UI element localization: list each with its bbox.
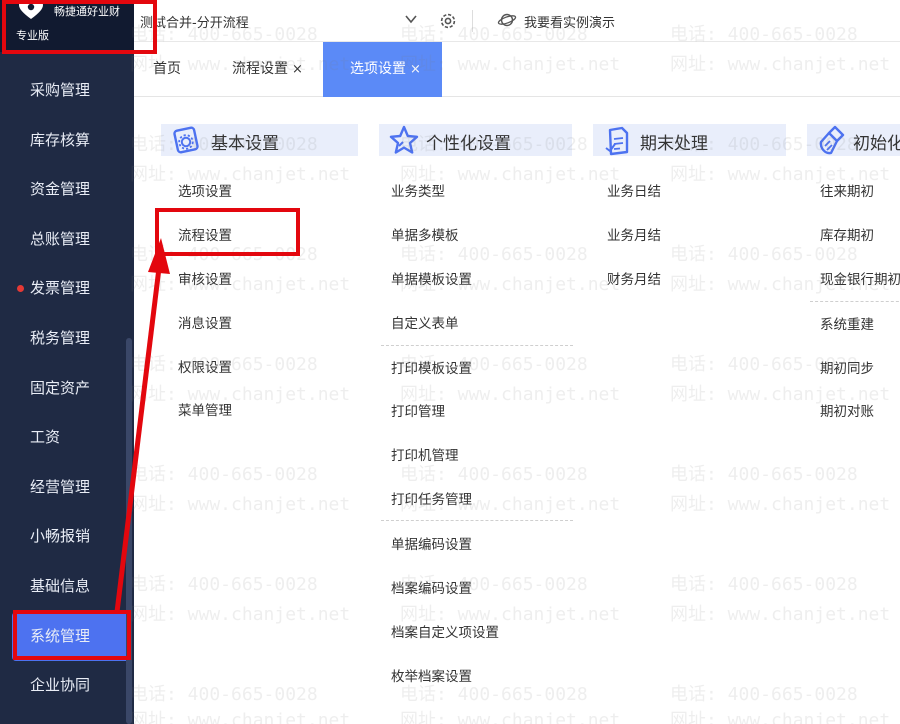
planet-icon[interactable] xyxy=(497,11,517,29)
chevron-down-icon[interactable] xyxy=(404,12,418,26)
item-monthly-close[interactable]: 业务月结 xyxy=(607,224,661,244)
edition-label: 专业版 xyxy=(16,29,49,42)
item-message-settings[interactable]: 消息设置 xyxy=(178,312,232,332)
item-doc-code[interactable]: 单据编码设置 xyxy=(391,533,472,553)
sidebar-item-collaboration[interactable]: 企业协同 xyxy=(0,661,134,711)
section-header: 初始化 xyxy=(807,124,900,156)
item-process-settings[interactable]: 流程设置 xyxy=(178,224,232,244)
section-header: 期末处理 xyxy=(593,124,786,156)
sidebar-item-invoice[interactable]: 发票管理 xyxy=(0,264,134,314)
item-business-type[interactable]: 业务类型 xyxy=(391,180,445,200)
notification-dot xyxy=(17,285,24,293)
section-title: 初始化 xyxy=(853,134,900,154)
sidebar-item-label: 系统管理 xyxy=(30,626,91,645)
settings-panel: 基本设置 选项设置 流程设置 审核设置 消息设置 权限设置 菜单管理 个性化设置… xyxy=(134,98,900,724)
sidebar-item-label: 资金管理 xyxy=(30,180,91,199)
gear-icon[interactable] xyxy=(438,11,458,31)
item-opening-sync[interactable]: 期初同步 xyxy=(820,357,874,377)
divider xyxy=(472,10,473,32)
sidebar-item-label: 总账管理 xyxy=(30,229,91,248)
section-title: 基本设置 xyxy=(211,134,279,154)
item-menu-management[interactable]: 菜单管理 xyxy=(178,399,232,419)
item-multi-template[interactable]: 单据多模板 xyxy=(391,224,459,244)
sidebar-item-label: 工资 xyxy=(30,428,61,447)
sidebar-item-label: 企业协同 xyxy=(30,676,91,695)
app-title: 畅捷通好业财 xyxy=(54,5,120,18)
item-system-rebuild[interactable]: 系统重建 xyxy=(820,313,874,333)
tab-process-settings[interactable]: 流程设置 × xyxy=(232,42,303,97)
sidebar-item-label: 经营管理 xyxy=(30,477,91,496)
sidebar-item-operations[interactable]: 经营管理 xyxy=(0,463,134,513)
account-selector[interactable]: 测试合并-分开流程 xyxy=(140,12,249,31)
item-custom-form[interactable]: 自定义表单 xyxy=(391,312,459,332)
tab-bar: 首页 流程设置 × 选项设置 × xyxy=(134,42,900,97)
sidebar-item-label: 发票管理 xyxy=(30,279,91,298)
item-template-settings[interactable]: 单据模板设置 xyxy=(391,268,472,288)
section-basic-settings: 基本设置 选项设置 流程设置 审核设置 消息设置 权限设置 菜单管理 xyxy=(161,124,358,419)
sidebar-item-ledger[interactable]: 总账管理 xyxy=(0,215,134,265)
item-enum-archive[interactable]: 枚举档案设置 xyxy=(391,665,472,685)
document-icon xyxy=(605,126,629,156)
tab-label: 流程设置 xyxy=(232,61,288,77)
divider xyxy=(381,520,573,521)
section-title: 期末处理 xyxy=(640,134,708,154)
item-permission-settings[interactable]: 权限设置 xyxy=(178,356,232,376)
logo-icon xyxy=(19,0,43,19)
section-header: 基本设置 xyxy=(161,124,358,156)
sidebar-item-label: 小畅报销 xyxy=(30,527,91,546)
demo-link[interactable]: 我要看实例演示 xyxy=(524,12,615,31)
item-archive-custom[interactable]: 档案自定义项设置 xyxy=(391,621,499,641)
tab-option-settings[interactable]: 选项设置 × xyxy=(323,42,442,97)
section-initialization: 初始化 往来期初 库存期初 现金银行期初 系统重建 期初同步 期初对账 xyxy=(807,124,900,420)
section-personalization: 个性化设置 业务类型 单据多模板 单据模板设置 自定义表单 打印模板设置 打印管… xyxy=(379,124,573,685)
sidebar-item-fixed-assets[interactable]: 固定资产 xyxy=(0,364,134,414)
sidebar-scrollbar[interactable] xyxy=(126,338,132,724)
item-daily-close[interactable]: 业务日结 xyxy=(607,180,661,200)
sidebar-item-funds[interactable]: 资金管理 xyxy=(0,165,134,215)
item-audit-settings[interactable]: 审核设置 xyxy=(178,268,232,288)
item-ar-ap-opening[interactable]: 往来期初 xyxy=(820,180,874,200)
sidebar-item-expense[interactable]: 小畅报销 xyxy=(0,512,134,562)
app-logo[interactable]: 畅捷通好业财 专业版 xyxy=(0,0,134,52)
sidebar-nav: 采购管理 库存核算 资金管理 总账管理 发票管理 税务管理 固定资产 工资 经营… xyxy=(0,66,134,711)
sidebar-item-label: 采购管理 xyxy=(30,81,91,99)
top-bar: 测试合并-分开流程 我要看实例演示 xyxy=(134,0,900,42)
item-opening-reconcile[interactable]: 期初对账 xyxy=(820,400,874,420)
star-icon xyxy=(389,125,419,154)
item-print-task[interactable]: 打印任务管理 xyxy=(391,488,472,508)
divider xyxy=(810,301,900,302)
tab-home[interactable]: 首页 xyxy=(153,42,181,97)
sidebar-item-payroll[interactable]: 工资 xyxy=(0,413,134,463)
sidebar-item-basic-info[interactable]: 基础信息 xyxy=(0,562,134,612)
section-period-end: 期末处理 业务日结 业务月结 财务月结 xyxy=(593,124,786,288)
gear-icon xyxy=(173,126,199,154)
item-archive-code[interactable]: 档案编码设置 xyxy=(391,577,472,597)
section-header: 个性化设置 xyxy=(379,124,572,156)
sidebar-item-system[interactable]: 系统管理 xyxy=(12,611,126,662)
section-title: 个性化设置 xyxy=(426,134,511,154)
item-cash-bank-opening[interactable]: 现金银行期初 xyxy=(820,268,900,288)
sidebar: 畅捷通好业财 专业版 采购管理 库存核算 资金管理 总账管理 发票管理 税务管理… xyxy=(0,0,134,724)
close-icon[interactable]: × xyxy=(292,62,303,77)
item-option-settings[interactable]: 选项设置 xyxy=(178,180,232,200)
tab-label: 选项设置 xyxy=(350,61,406,77)
sidebar-item-label: 库存核算 xyxy=(30,130,91,149)
tab-label: 首页 xyxy=(153,61,181,77)
sidebar-item-label: 税务管理 xyxy=(30,328,91,347)
item-printer-management[interactable]: 打印机管理 xyxy=(391,444,459,464)
item-finance-close[interactable]: 财务月结 xyxy=(607,268,661,288)
sidebar-item-tax[interactable]: 税务管理 xyxy=(0,314,134,364)
item-inventory-opening[interactable]: 库存期初 xyxy=(820,224,874,244)
close-icon[interactable]: × xyxy=(410,62,421,77)
sidebar-item-label: 固定资产 xyxy=(30,378,91,397)
sidebar-item-inventory[interactable]: 库存核算 xyxy=(0,116,134,166)
divider xyxy=(381,345,573,346)
sidebar-item-label: 基础信息 xyxy=(30,576,91,595)
item-print-management[interactable]: 打印管理 xyxy=(391,400,445,420)
item-print-template[interactable]: 打印模板设置 xyxy=(391,357,472,377)
brush-icon xyxy=(819,125,845,155)
sidebar-item-purchase[interactable]: 采购管理 xyxy=(0,66,134,116)
